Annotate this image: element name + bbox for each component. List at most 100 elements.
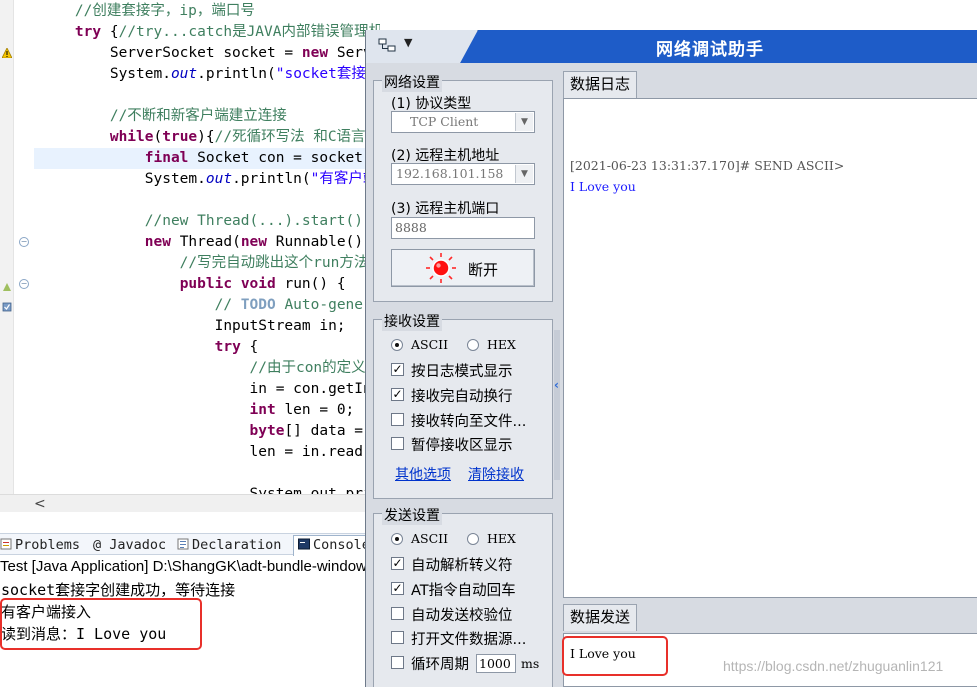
checkbox-label: 自动解析转义符 <box>411 558 513 574</box>
log-timestamp: [2021-06-23 13:31:37.170]# SEND ASCII> <box>570 158 845 173</box>
port-field[interactable]: 8888 <box>391 217 535 239</box>
code-editor[interactable]: − − //创建套接字，ip，端口号 try {//try...catch是JA… <box>0 0 380 494</box>
code-line: //由于con的定义在外部 <box>40 358 381 379</box>
code-token: //由于con的定义在外部 <box>40 360 381 376</box>
code-token: Socket con = socket.accept(); <box>197 150 380 166</box>
code-token: [] data = <box>284 423 372 439</box>
warning-icon[interactable] <box>2 48 12 58</box>
editor-ruler <box>14 0 34 494</box>
code-token: TODO <box>240 297 276 313</box>
disconnect-button[interactable]: 断开 <box>391 249 535 287</box>
console-icon <box>298 538 310 550</box>
scroll-left-icon[interactable]: < <box>34 496 46 512</box>
checkbox-label: 暂停接收区显示 <box>411 438 513 454</box>
code-token: //不断和新客户端建立连接 <box>40 108 287 124</box>
more-options-link[interactable]: 其他选项 <box>395 464 451 484</box>
code-line: byte[] data = new byte[128]; <box>40 421 380 442</box>
loop-unit: ms <box>521 656 540 671</box>
fold-toggle-icon[interactable]: − <box>19 279 29 289</box>
recv-ascii-radio[interactable] <box>391 339 403 351</box>
send-ascii-radio[interactable] <box>391 533 403 545</box>
code-token: Runnable() { <box>267 234 380 250</box>
pause-recv-display-checkbox[interactable] <box>391 437 404 450</box>
protocol-label: (1) 协议类型 <box>391 96 472 112</box>
tab-label: Declaration <box>192 537 282 553</box>
host-combobox[interactable]: 192.168.101.158 ▼ <box>391 163 535 185</box>
code-token: in = con.getInputStream(); <box>249 381 381 397</box>
chevron-down-icon[interactable]: ▼ <box>515 165 533 183</box>
data-pane: 数据日志 [2021-06-23 13:31:37.170]# SEND ASC… <box>563 68 977 687</box>
highlight-box <box>562 636 668 676</box>
loop-send-checkbox[interactable] <box>391 656 404 669</box>
code-line: final Socket con = socket.accept(); <box>34 148 380 169</box>
code-line: len = in.read(data); <box>40 442 381 463</box>
group-title: 接收设置 <box>382 311 442 331</box>
checkbox-label: 接收转向至文件... <box>411 414 527 430</box>
code-token: System. <box>40 66 171 82</box>
code-token: //new Thread(...).start(); <box>40 213 372 229</box>
chevron-down-icon[interactable]: ▼ <box>515 113 533 131</box>
parse-escape-checkbox[interactable]: ✓ <box>391 557 404 570</box>
system-menu-button[interactable]: ▼ <box>366 30 478 63</box>
task-marker-icon[interactable] <box>2 302 12 312</box>
fold-toggle-icon[interactable]: − <box>19 237 29 247</box>
tab-problems[interactable]: Problems <box>0 536 80 554</box>
code-line: public void run() { <box>40 274 346 295</box>
code-token: out <box>170 66 198 82</box>
tab-console[interactable]: Console <box>293 535 375 556</box>
auto-checksum-checkbox[interactable] <box>391 607 404 620</box>
code-line: try { <box>40 337 259 358</box>
code-token: len = in.read(data); <box>249 444 381 460</box>
data-log-area[interactable]: [2021-06-23 13:31:37.170]# SEND ASCII> I… <box>563 98 977 598</box>
editor-gutter <box>0 0 14 494</box>
code-line: try {//try...catch是JAVA内部错误管理机制，自动提示点击，就… <box>40 22 380 43</box>
editor-horizontal-scrollbar[interactable]: < <box>0 494 380 512</box>
code-line: //不断和新客户端建立连接 <box>40 106 287 127</box>
code-token: new <box>144 234 171 250</box>
disconnect-label: 断开 <box>468 261 499 279</box>
tab-data-send[interactable]: 数据发送 <box>563 604 638 631</box>
highlight-box <box>0 598 202 650</box>
send-hex-radio[interactable] <box>467 533 479 545</box>
code-token: new <box>240 234 268 250</box>
code-token: System. <box>40 171 206 187</box>
recv-auto-newline-checkbox[interactable]: ✓ <box>391 388 404 401</box>
port-label: (3) 远程主机端口 <box>391 201 500 217</box>
override-marker-icon[interactable] <box>2 282 12 292</box>
chevron-left-icon[interactable]: ‹ <box>554 378 559 392</box>
pane-splitter[interactable]: ‹ <box>554 330 560 480</box>
host-label: (2) 远程主机地址 <box>391 148 500 164</box>
recv-hex-radio[interactable] <box>467 339 479 351</box>
code-token: try <box>74 24 102 40</box>
file-source-checkbox[interactable] <box>391 631 404 644</box>
checkbox-label: 接收完自动换行 <box>411 389 513 405</box>
code-token: //创建套接字，ip，端口号 <box>40 3 255 19</box>
code-token: ){ <box>197 129 215 145</box>
net-assistant-window: ▼ 网络调试助手 网络设置 (1) 协议类型 TCP Client ▼ (2) … <box>365 30 977 687</box>
tab-declaration[interactable]: Declaration <box>177 536 281 554</box>
clear-recv-link[interactable]: 清除接收 <box>468 464 524 484</box>
code-line: ServerSocket socket = new ServerSocket(8… <box>40 43 380 64</box>
code-line: in = con.getInputStream(); <box>40 379 381 400</box>
loop-label: 循环周期 <box>411 657 469 673</box>
recv-to-file-checkbox[interactable] <box>391 413 404 426</box>
tab-label: Console <box>313 537 370 553</box>
code-line: System.out.println("有客户端接入"); <box>40 169 380 190</box>
protocol-select[interactable]: TCP Client ▼ <box>391 111 535 133</box>
send-settings-group: 发送设置 ASCII HEX ✓ 自动解析转义符 ✓ AT指令自动回车 自动发送… <box>373 505 553 687</box>
code-token: try <box>214 339 241 355</box>
code-line: // TODO Auto-generated method stub <box>40 295 380 316</box>
tab-data-log[interactable]: 数据日志 <box>563 71 638 98</box>
loop-period-input[interactable]: 1000 <box>476 654 516 673</box>
code-token: int <box>249 402 276 418</box>
recv-log-mode-checkbox[interactable]: ✓ <box>391 363 404 376</box>
view-tab-bar: Problems @ Javadoc Declaration Console <box>0 533 380 556</box>
code-token: void <box>240 276 276 292</box>
at-auto-return-checkbox[interactable]: ✓ <box>391 582 404 595</box>
tab-javadoc[interactable]: @ Javadoc <box>93 536 166 554</box>
group-title: 发送设置 <box>382 505 442 525</box>
send-hex-label: HEX <box>487 531 516 546</box>
